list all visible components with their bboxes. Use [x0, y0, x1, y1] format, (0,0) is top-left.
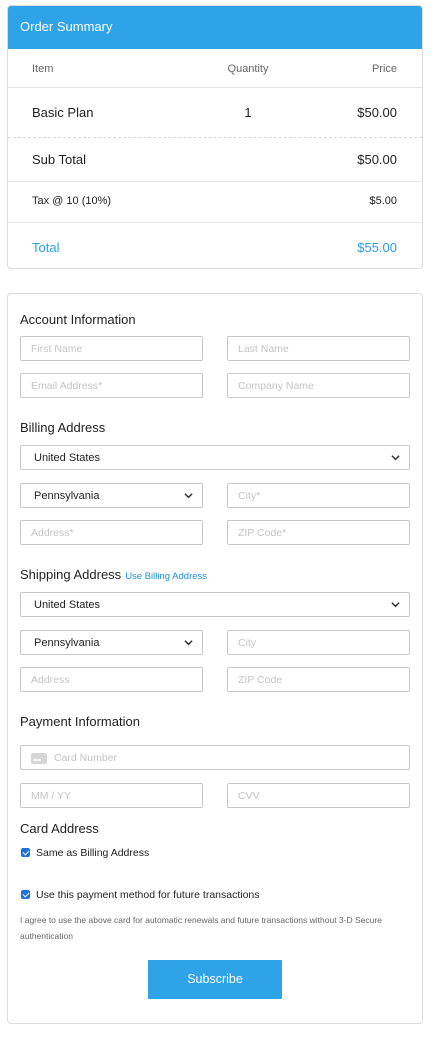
shipping-state-select[interactable]: Pennsylvania: [20, 630, 203, 655]
line-item-row: Basic Plan 1 $50.00: [8, 88, 422, 138]
tax-value: $5.00: [369, 195, 397, 207]
summary-column-headers: Item Quantity Price: [8, 49, 422, 88]
total-value: $55.00: [357, 240, 397, 255]
company-name-placeholder: Company Name: [238, 380, 314, 392]
chevron-down-icon: [184, 640, 193, 646]
billing-zip-placeholder: ZIP Code*: [238, 527, 287, 539]
subtotal-label: Sub Total: [32, 152, 86, 167]
billing-state-value: Pennsylvania: [34, 490, 100, 502]
line-item-price: $50.00: [357, 105, 397, 120]
email-field[interactable]: Email Address*: [20, 373, 203, 398]
billing-country-value: United States: [34, 452, 101, 464]
billing-address-title: Billing Address: [20, 420, 106, 435]
checkout-form-card: Account Information First Name Last Name…: [7, 293, 423, 1024]
total-row: Total $55.00: [8, 223, 422, 268]
shipping-address-field[interactable]: Address: [20, 667, 203, 692]
expiry-date-placeholder: MM / YY: [31, 790, 72, 802]
same-as-billing-checkbox[interactable]: [21, 848, 30, 857]
column-quantity: Quantity: [227, 63, 269, 75]
line-item-quantity: 1: [244, 105, 252, 120]
order-summary-title: Order Summary: [8, 6, 422, 49]
card-address-title: Card Address: [20, 821, 99, 836]
line-item-name: Basic Plan: [32, 105, 94, 120]
future-transactions-checkbox-row[interactable]: Use this payment method for future trans…: [21, 889, 260, 901]
expiry-date-field[interactable]: MM / YY: [20, 783, 203, 808]
first-name-field[interactable]: First Name: [20, 336, 203, 361]
shipping-city-placeholder: City: [238, 637, 257, 649]
shipping-country-value: United States: [34, 599, 101, 611]
email-placeholder: Email Address*: [31, 380, 103, 392]
shipping-address-placeholder: Address: [31, 674, 70, 686]
billing-state-select[interactable]: Pennsylvania: [20, 483, 203, 508]
tax-label: Tax @ 10 (10%): [32, 195, 112, 207]
last-name-field[interactable]: Last Name: [227, 336, 410, 361]
subtotal-row: Sub Total $50.00: [8, 138, 422, 182]
first-name-placeholder: First Name: [31, 343, 83, 355]
shipping-address-title: Shipping Address: [20, 567, 122, 582]
subscribe-button[interactable]: Subscribe: [148, 960, 282, 999]
chevron-down-icon: [391, 602, 400, 608]
billing-city-placeholder: City*: [238, 490, 261, 502]
payment-information-title: Payment Information: [20, 714, 140, 729]
shipping-zip-field[interactable]: ZIP Code: [227, 667, 410, 692]
future-transactions-label: Use this payment method for future trans…: [36, 889, 260, 901]
billing-address-field[interactable]: Address*: [20, 520, 203, 545]
same-as-billing-label: Same as Billing Address: [36, 847, 150, 859]
shipping-zip-placeholder: ZIP Code: [238, 674, 283, 686]
card-number-placeholder: Card Number: [54, 752, 118, 764]
shipping-address-heading: Shipping Address Use Billing Address: [20, 567, 207, 582]
column-item: Item: [32, 63, 54, 75]
chevron-down-icon: [184, 493, 193, 499]
same-as-billing-checkbox-row[interactable]: Same as Billing Address: [21, 847, 149, 859]
company-name-field[interactable]: Company Name: [227, 373, 410, 398]
cvv-field[interactable]: CVV: [227, 783, 410, 808]
tax-row: Tax @ 10 (10%) $5.00: [8, 182, 422, 223]
last-name-placeholder: Last Name: [238, 343, 289, 355]
card-number-field[interactable]: Card Number: [20, 745, 410, 770]
shipping-country-select[interactable]: United States: [20, 592, 410, 617]
order-summary-card: Order Summary Item Quantity Price Basic …: [7, 5, 423, 269]
billing-city-field[interactable]: City*: [227, 483, 410, 508]
cvv-placeholder: CVV: [238, 790, 260, 802]
credit-card-icon: [31, 753, 47, 764]
subtotal-value: $50.00: [357, 152, 397, 167]
shipping-city-field[interactable]: City: [227, 630, 410, 655]
column-price: Price: [371, 63, 397, 75]
agreement-text: I agree to use the above card for automa…: [20, 915, 382, 941]
billing-country-select[interactable]: United States: [20, 445, 410, 470]
shipping-state-value: Pennsylvania: [34, 637, 100, 649]
future-transactions-checkbox[interactable]: [21, 890, 30, 899]
total-label: Total: [32, 240, 60, 255]
chevron-down-icon: [391, 455, 400, 461]
billing-address-placeholder: Address*: [31, 527, 74, 539]
billing-zip-field[interactable]: ZIP Code*: [227, 520, 410, 545]
use-billing-address-link[interactable]: Use Billing Address: [125, 571, 207, 582]
account-information-title: Account Information: [20, 312, 136, 327]
